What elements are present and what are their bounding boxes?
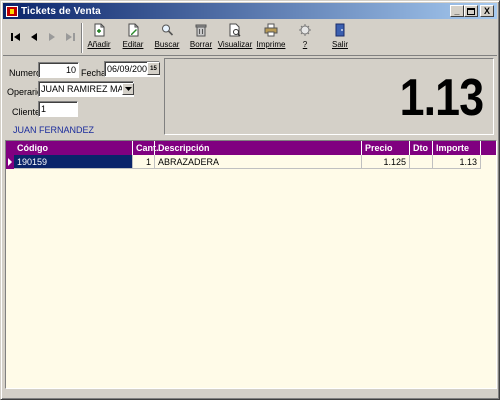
- col-descripcion[interactable]: Descripción: [155, 141, 362, 155]
- fecha-value: 06/09/2002: [107, 64, 153, 74]
- col-precio[interactable]: Precio: [362, 141, 410, 155]
- cell-precio[interactable]: 1.125: [362, 155, 410, 169]
- search-icon: [162, 24, 174, 36]
- delete-button[interactable]: Borrar: [184, 22, 218, 54]
- customer-name: JUAN FERNANDEZ: [13, 125, 95, 135]
- col-importe[interactable]: Importe: [433, 141, 481, 155]
- delete-label: Borrar: [189, 40, 213, 49]
- search-button[interactable]: Buscar: [150, 22, 184, 54]
- ticket-lines-grid[interactable]: Código Cant. Descripción Precio Dto Impo…: [5, 140, 497, 389]
- grid-header: Código Cant. Descripción Precio Dto Impo…: [6, 141, 496, 155]
- help-button[interactable]: ?: [288, 22, 322, 54]
- add-button[interactable]: Añadir: [82, 22, 116, 54]
- maximize-button[interactable]: [464, 5, 478, 17]
- help-label: ?: [302, 40, 308, 49]
- cell-dto[interactable]: [410, 155, 433, 169]
- add-record-icon: [94, 23, 105, 37]
- cell-descripcion[interactable]: ABRAZADERA: [155, 155, 362, 169]
- preview-button[interactable]: Visualizar: [218, 22, 252, 54]
- last-record-icon: [65, 33, 75, 41]
- nav-last-button[interactable]: [63, 30, 77, 44]
- preview-label: Visualizar: [217, 40, 253, 49]
- chevron-down-icon: [124, 87, 132, 91]
- total-panel: 1.13: [164, 58, 494, 135]
- search-label: Buscar: [154, 40, 180, 49]
- app-icon: [6, 5, 18, 17]
- help-icon: [299, 24, 311, 36]
- calendar-icon: 15: [150, 65, 157, 72]
- col-codigo[interactable]: Código: [14, 141, 133, 155]
- print-button[interactable]: Imprime: [254, 22, 288, 54]
- preview-icon: [229, 23, 241, 37]
- exit-door-icon: [335, 23, 345, 37]
- nav-first-button[interactable]: [8, 30, 22, 44]
- add-label: Añadir: [87, 40, 111, 49]
- cell-importe[interactable]: 1.13: [433, 155, 481, 169]
- prev-record-icon: [30, 33, 37, 41]
- next-record-icon: [48, 33, 55, 41]
- window-controls: _ X: [450, 5, 494, 17]
- toolbar: Añadir Editar Buscar Borrar Visualizar I…: [3, 20, 497, 56]
- edit-label: Editar: [122, 40, 144, 49]
- cell-cant[interactable]: 1: [133, 155, 155, 169]
- table-row[interactable]: 190159 1 ABRAZADERA 1.125 1.13: [6, 155, 496, 169]
- window-title: Tickets de Venta: [21, 5, 101, 17]
- maximize-icon: [467, 7, 475, 15]
- operario-value: JUAN RAMIREZ MARTINEZ: [41, 84, 133, 94]
- col-cant[interactable]: Cant.: [133, 141, 159, 155]
- edit-button[interactable]: Editar: [116, 22, 150, 54]
- printer-icon: [264, 23, 278, 37]
- exit-button[interactable]: Salir: [323, 22, 357, 54]
- tickets-window: Tickets de Venta _ X Añadir Editar Busca…: [0, 0, 500, 400]
- cell-codigo[interactable]: 190159: [14, 155, 133, 169]
- calendar-button[interactable]: 15: [147, 62, 160, 75]
- cliente-input[interactable]: 1: [38, 101, 78, 117]
- operario-select[interactable]: JUAN RAMIREZ MARTINEZ: [38, 81, 134, 97]
- title-bar[interactable]: Tickets de Venta _ X: [3, 3, 497, 19]
- exit-label: Salir: [331, 40, 348, 49]
- nav-prev-button[interactable]: [26, 30, 40, 44]
- current-row-indicator: [6, 155, 14, 169]
- nav-next-button[interactable]: [45, 30, 59, 44]
- operario-dropdown-button[interactable]: [122, 83, 134, 95]
- minimize-button[interactable]: _: [450, 5, 464, 17]
- total-amount: 1.13: [399, 69, 483, 127]
- numero-input[interactable]: 10: [38, 62, 79, 78]
- trash-icon: [195, 24, 207, 37]
- close-button[interactable]: X: [480, 5, 494, 17]
- edit-record-icon: [128, 23, 139, 37]
- first-record-icon: [10, 33, 20, 41]
- print-label: Imprime: [256, 40, 286, 49]
- col-dto[interactable]: Dto: [410, 141, 433, 155]
